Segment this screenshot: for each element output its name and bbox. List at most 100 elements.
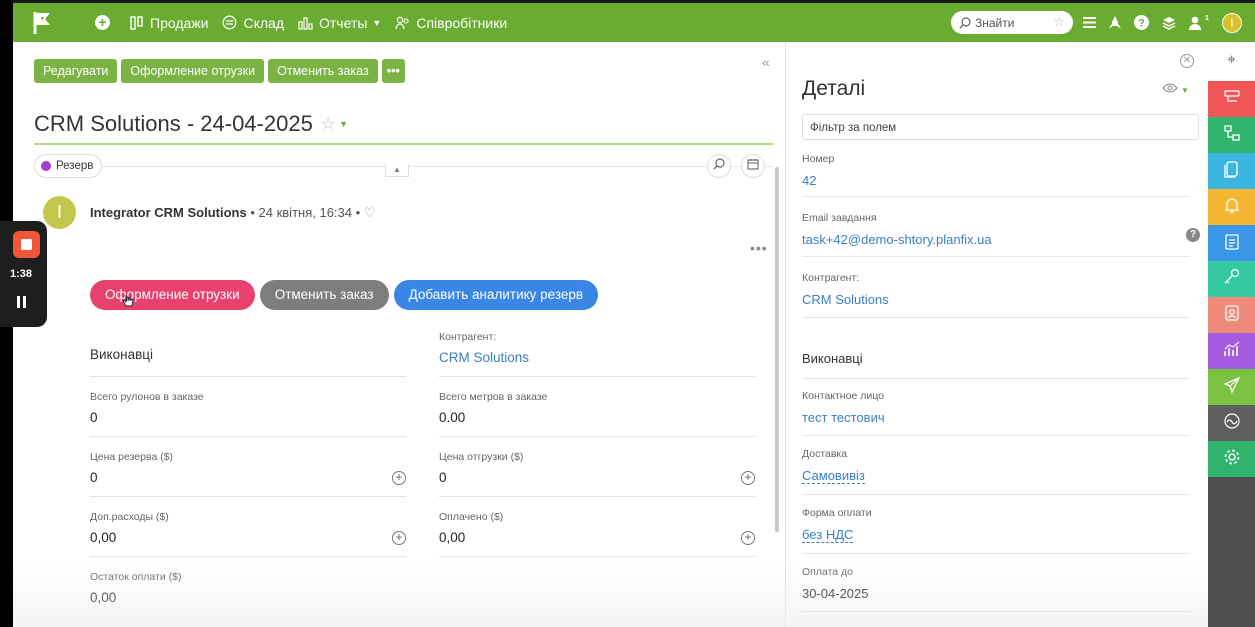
menu-icon[interactable] [1083,17,1096,28]
task-email-link[interactable]: task+42@demo-shtory.planfix.ua [802,232,1190,247]
sidebar-item-analytics[interactable] [1208,333,1255,369]
calendar-icon[interactable] [741,154,765,178]
field-value: 0,00 [90,530,117,545]
contractor-field: Контрагент: CRM Solutions [802,272,1190,318]
right-sidebar: ⌖ [1208,42,1255,627]
search-placeholder: Знайти [975,15,1015,30]
heart-icon[interactable]: ♡ [364,205,376,220]
nav-item-label: Отчеты [319,14,368,31]
sidebar-item-keys[interactable] [1208,261,1255,297]
contractor-field: Контрагент: CRM Solutions [439,331,755,377]
nav-item-label: Співробітники [416,14,508,31]
paper-plane-icon [1222,376,1241,399]
chevron-down-icon: ▼ [372,17,382,28]
shipment-button[interactable]: Оформление отрузки [121,59,265,83]
payment-form-select[interactable]: без НДС [802,527,854,543]
comment-menu-icon[interactable]: ••• [750,240,768,256]
field-label: Цена резерва ($) [90,451,174,463]
star-icon[interactable]: ☆ [1053,14,1065,30]
task-panel: Редагувати Оформление отрузки Отменить з… [13,42,785,627]
comment-header: Integrator CRM Solutions • 24 квітня, 16… [90,205,375,221]
documents-icon [1223,160,1240,183]
delivery-select[interactable]: Самовивіз [802,468,865,484]
sidebar-item-contacts[interactable] [1208,297,1255,333]
planfix-logo-icon[interactable] [33,11,53,35]
field-value: 0 [90,470,98,485]
nav-item-stock[interactable]: Склад [222,15,284,31]
pay-due-value: 30-04-2025 [802,586,869,601]
field-label: Всего рулонов в заказе [90,391,204,403]
chevron-up-icon[interactable]: ▲ [385,164,409,177]
status-label: Резерв [56,160,94,172]
pause-icon[interactable] [17,296,27,308]
close-icon[interactable]: ✕ [1180,54,1194,68]
field-value: 0.00 [439,410,466,425]
cancel-order-action-button[interactable]: Отменить заказ [259,280,389,310]
contractor-link[interactable]: CRM Solutions [802,292,1190,307]
field-value: 0,00 [90,590,117,605]
field-label: Остаток оплати ($) [90,571,182,583]
sidebar-item-tasks[interactable] [1208,81,1255,117]
meters-field: Всего метров в заказе 0.00 [439,391,755,437]
nav-item-reports[interactable]: Отчеты ▼ [298,15,381,31]
payment-form-field: Форма оплати без НДС [802,507,1190,554]
separator-dot: • [250,205,259,220]
sidebar-item-notifications[interactable] [1208,189,1255,225]
contractor-link[interactable]: CRM Solutions [439,350,755,365]
more-actions-button[interactable]: ••• [381,59,405,83]
search-input[interactable]: Знайти ☆ [951,11,1073,34]
task-number-link[interactable]: 42 [802,173,1190,188]
plus-circle-icon[interactable]: + [741,531,755,545]
stop-recording-button[interactable] [13,231,40,258]
sidebar-item-processes[interactable] [1208,117,1255,153]
avatar[interactable]: I [1221,12,1242,33]
user-notifications-icon[interactable]: 1 [1189,15,1209,30]
status-badge[interactable]: Резерв [34,154,103,178]
page-title: CRM Solutions - 24-04-2025 ☆ ▼ [34,111,348,137]
sidebar-item-checklist[interactable] [1208,225,1255,261]
layers-icon[interactable] [1162,16,1176,30]
search-history-icon[interactable] [707,154,731,178]
notif-count: 1 [1205,15,1209,22]
nav-item-employees[interactable]: Співробітники [395,15,507,31]
pin-panel-icon[interactable]: ⌖ [1208,42,1255,81]
paid-field: Оплачено ($) 0,00 + [439,511,755,557]
help-icon[interactable]: ? [1186,228,1200,242]
scrollbar[interactable] [775,167,779,532]
contact-person-link[interactable]: тест тестович [802,410,1190,425]
eye-icon[interactable]: ▼ [1162,80,1189,96]
field-label: Форма оплати [802,507,872,519]
analytics-icon [1223,340,1241,363]
plus-circle-icon[interactable]: + [392,531,406,545]
sidebar-item-documents[interactable] [1208,153,1255,189]
edit-button[interactable]: Редагувати [34,59,118,83]
help-icon[interactable]: ? [1134,15,1149,30]
plus-circle-icon[interactable]: + [741,471,755,485]
add-analytics-button[interactable]: Добавить аналитику резерв [393,280,599,310]
field-filter-input[interactable]: Фільтр за полем [802,114,1199,140]
comment-avatar[interactable]: I [43,196,76,229]
chevron-down-icon[interactable]: ▼ [339,119,348,129]
nav-item-sales[interactable]: Продажи [130,15,208,31]
executors-field: Виконавці [802,351,1190,379]
sidebar-item-settings[interactable] [1208,441,1255,477]
top-tools: ? 1 I [1083,3,1242,42]
stock-icon [222,15,237,30]
key-icon [1223,268,1241,291]
plus-circle-icon[interactable]: + [392,471,406,485]
activity-icon [1223,412,1241,435]
contact-card-icon [1224,304,1240,327]
rocket-icon[interactable] [1109,15,1121,30]
sidebar-item-send[interactable] [1208,369,1255,405]
extra-costs-field: Доп.расходы ($) 0,00 + [90,511,406,557]
status-dot [41,161,51,171]
collapse-icon[interactable]: « [762,54,770,70]
add-icon[interactable]: + [95,15,110,30]
sidebar-item-activity[interactable] [1208,405,1255,441]
cancel-order-button[interactable]: Отменить заказ [268,59,378,83]
favorite-star-icon[interactable]: ☆ [321,114,335,134]
shipment-action-button[interactable]: Оформление отрузки [90,280,255,310]
comment-author[interactable]: Integrator CRM Solutions [90,205,247,220]
clipboard-icon [1224,232,1240,255]
hierarchy-icon [1223,124,1241,147]
